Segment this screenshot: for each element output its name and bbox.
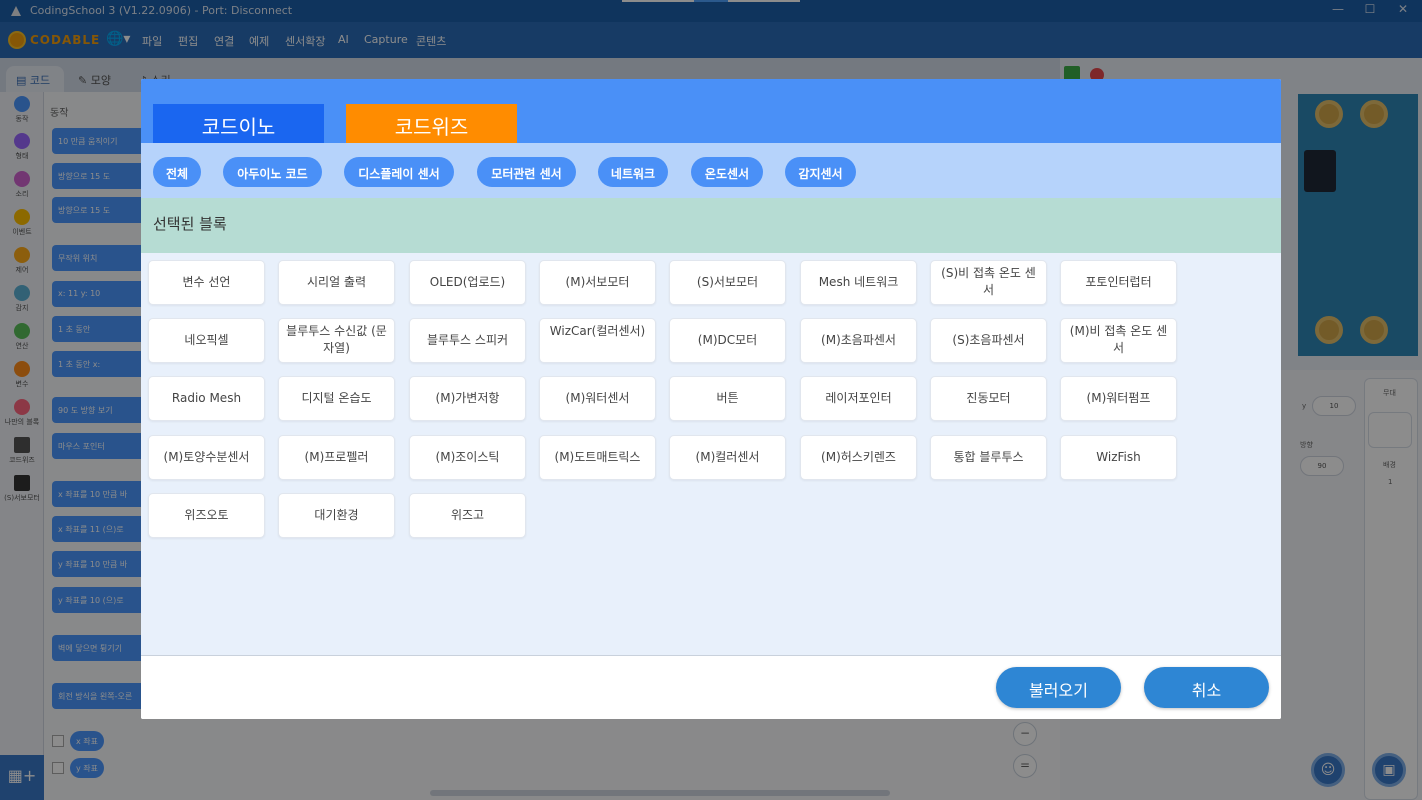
block-card[interactable]: (M)DC모터 xyxy=(669,318,786,363)
selected-blocks-label: 선택된 블록 xyxy=(153,215,227,233)
filter-display-sensor-button[interactable]: 디스플레이 센서 xyxy=(344,157,454,187)
block-card[interactable]: (M)컬러센서 xyxy=(669,435,786,480)
block-card[interactable]: 대기환경 xyxy=(278,493,395,538)
block-card[interactable]: 통합 블루투스 xyxy=(930,435,1047,480)
dialog-header: 코드이노 코드위즈 xyxy=(141,79,1281,143)
block-card[interactable]: 블루투스 스피커 xyxy=(409,318,526,363)
block-card[interactable]: 레이저포인터 xyxy=(800,376,917,421)
filter-temperature-sensor-button[interactable]: 온도센서 xyxy=(691,157,763,187)
tab-codewiz[interactable]: 코드위즈 xyxy=(346,104,517,143)
block-card[interactable]: (M)허스키렌즈 xyxy=(800,435,917,480)
block-card[interactable]: 변수 선언 xyxy=(148,260,265,305)
block-card[interactable]: (M)서보모터 xyxy=(539,260,656,305)
block-card[interactable]: 진동모터 xyxy=(930,376,1047,421)
block-import-dialog: 코드이노 코드위즈 전체 아두이노 코드 디스플레이 센서 모터관련 센서 네트… xyxy=(141,79,1281,719)
block-card[interactable]: 디지털 온습도 xyxy=(278,376,395,421)
block-card-grid: 변수 선언 시리얼 출력 OLED(업로드) (M)서보모터 (S)서보모터 M… xyxy=(141,253,1281,655)
block-card[interactable]: 시리얼 출력 xyxy=(278,260,395,305)
block-card[interactable]: OLED(업로드) xyxy=(409,260,526,305)
block-card[interactable]: 버튼 xyxy=(669,376,786,421)
block-card[interactable]: 포토인터럽터 xyxy=(1060,260,1177,305)
filter-motor-sensor-button[interactable]: 모터관련 센서 xyxy=(477,157,576,187)
block-card[interactable]: (S)비 접촉 온도 센서 xyxy=(930,260,1047,305)
filter-bar: 전체 아두이노 코드 디스플레이 센서 모터관련 센서 네트워크 온도센서 감지… xyxy=(141,143,1281,198)
tab-codeino[interactable]: 코드이노 xyxy=(153,104,324,143)
block-card[interactable]: WizCar(컬러센서) xyxy=(539,318,656,363)
block-card[interactable]: (M)워터펌프 xyxy=(1060,376,1177,421)
dialog-footer: 불러오기 취소 xyxy=(141,655,1281,719)
cancel-button[interactable]: 취소 xyxy=(1144,667,1269,708)
block-card[interactable]: Mesh 네트워크 xyxy=(800,260,917,305)
filter-network-button[interactable]: 네트워크 xyxy=(598,157,668,187)
load-button[interactable]: 불러오기 xyxy=(996,667,1121,708)
block-card[interactable]: (M)초음파센서 xyxy=(800,318,917,363)
block-card[interactable]: (M)가변저항 xyxy=(409,376,526,421)
filter-detection-sensor-button[interactable]: 감지센서 xyxy=(785,157,856,187)
block-card[interactable]: 블루투스 수신값 (문자열) xyxy=(278,318,395,363)
block-card[interactable]: 위즈오토 xyxy=(148,493,265,538)
block-card[interactable]: (M)워터센서 xyxy=(539,376,656,421)
block-card[interactable]: 네오픽셀 xyxy=(148,318,265,363)
block-card[interactable]: (M)도트매트릭스 xyxy=(539,435,656,480)
block-card[interactable]: 위즈고 xyxy=(409,493,526,538)
filter-all-button[interactable]: 전체 xyxy=(153,157,201,187)
block-card[interactable]: (M)조이스틱 xyxy=(409,435,526,480)
selected-blocks-bar: 선택된 블록 xyxy=(141,198,1281,253)
block-card[interactable]: (S)초음파센서 xyxy=(930,318,1047,363)
block-card[interactable]: (M)토양수분센서 xyxy=(148,435,265,480)
block-card[interactable]: (M)비 접촉 온도 센서 xyxy=(1060,318,1177,363)
block-card[interactable]: (S)서보모터 xyxy=(669,260,786,305)
block-card[interactable]: (M)프로펠러 xyxy=(278,435,395,480)
filter-arduino-code-button[interactable]: 아두이노 코드 xyxy=(223,157,322,187)
block-card[interactable]: WizFish xyxy=(1060,435,1177,480)
app-window: CodingSchool 3 (V1.22.0906) - Port: Disc… xyxy=(0,0,1422,800)
block-card[interactable]: Radio Mesh xyxy=(148,376,265,421)
